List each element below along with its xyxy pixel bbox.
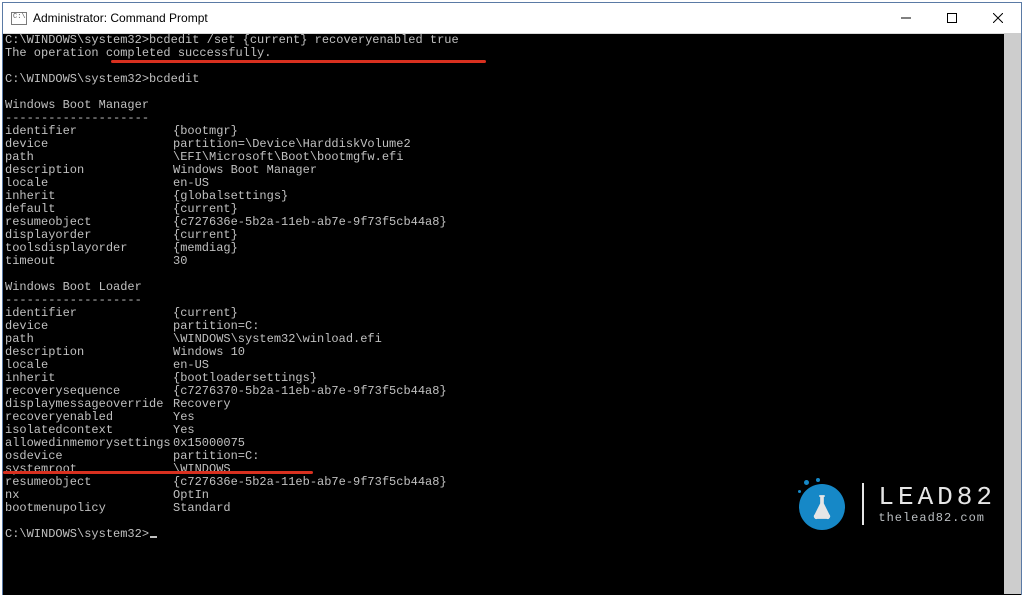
section-heading-boot-loader: Windows Boot Loader	[5, 281, 1019, 294]
kv-row: default{current}	[5, 203, 1019, 216]
close-button[interactable]	[975, 3, 1021, 33]
kv-value: {globalsettings}	[173, 189, 288, 203]
scrollbar-thumb[interactable]	[1004, 33, 1021, 594]
annotation-underline-2	[3, 471, 313, 474]
kv-row: localeen-US	[5, 177, 1019, 190]
kv-value: {c727636e-5b2a-11eb-ab7e-9f73f5cb44a8}	[173, 475, 447, 489]
kv-row: toolsdisplayorder{memdiag}	[5, 242, 1019, 255]
kv-key: resumeobject	[5, 476, 173, 489]
kv-value: Recovery	[173, 397, 231, 411]
watermark: LEAD82 thelead82.com	[796, 478, 996, 530]
maximize-button[interactable]	[929, 3, 975, 33]
command-2: bcdedit	[149, 72, 199, 86]
kv-value: \WINDOWS\system32\winload.efi	[173, 332, 382, 346]
kv-value: \EFI\Microsoft\Boot\bootmgfw.efi	[173, 150, 403, 164]
flask-icon	[796, 478, 848, 530]
kv-row: identifier{current}	[5, 307, 1019, 320]
cursor	[150, 536, 157, 538]
kv-row: path\EFI\Microsoft\Boot\bootmgfw.efi	[5, 151, 1019, 164]
kv-value: Yes	[173, 410, 195, 424]
cmd-icon	[11, 10, 27, 26]
kv-value: OptIn	[173, 488, 209, 502]
kv-row: devicepartition=C:	[5, 320, 1019, 333]
kv-value: partition=C:	[173, 449, 259, 463]
kv-value: {memdiag}	[173, 241, 238, 255]
kv-row: osdevicepartition=C:	[5, 450, 1019, 463]
kv-row: resumeobject{c727636e-5b2a-11eb-ab7e-9f7…	[5, 216, 1019, 229]
kv-value: Windows Boot Manager	[173, 163, 317, 177]
kv-row: descriptionWindows Boot Manager	[5, 164, 1019, 177]
kv-row: timeout30	[5, 255, 1019, 268]
kv-value: {current}	[173, 306, 238, 320]
kv-key: bootmenupolicy	[5, 502, 173, 515]
command-1-output: The operation completed successfully.	[5, 47, 1019, 60]
watermark-brand: LEAD82	[878, 484, 996, 510]
vertical-scrollbar[interactable]	[1004, 33, 1021, 594]
kv-value: {current}	[173, 228, 238, 242]
kv-value: {bootmgr}	[173, 124, 238, 138]
kv-value: {c7276370-5b2a-11eb-ab7e-9f73f5cb44a8}	[173, 384, 447, 398]
section-rule: --------------------	[5, 112, 1019, 125]
kv-row: localeen-US	[5, 359, 1019, 372]
kv-row: displaymessageoverrideRecovery	[5, 398, 1019, 411]
annotation-underline-1	[111, 60, 486, 63]
kv-value: 30	[173, 254, 187, 268]
window-title: Administrator: Command Prompt	[33, 11, 208, 25]
kv-row: path\WINDOWS\system32\winload.efi	[5, 333, 1019, 346]
kv-row: devicepartition=\Device\HarddiskVolume2	[5, 138, 1019, 151]
terminal-area[interactable]: C:\WINDOWS\system32>bcdedit /set {curren…	[3, 34, 1021, 595]
kv-value: en-US	[173, 176, 209, 190]
section-rule: -------------------	[5, 294, 1019, 307]
kv-key: timeout	[5, 255, 173, 268]
kv-row: inherit{bootloadersettings}	[5, 372, 1019, 385]
kv-value: partition=\Device\HarddiskVolume2	[173, 137, 411, 151]
prompt-path: C:\WINDOWS\system32>	[5, 527, 149, 541]
prompt-path: C:\WINDOWS\system32>	[5, 72, 149, 86]
kv-value: {c727636e-5b2a-11eb-ab7e-9f73f5cb44a8}	[173, 215, 447, 229]
kv-value: {current}	[173, 202, 238, 216]
titlebar[interactable]: Administrator: Command Prompt	[3, 3, 1021, 34]
kv-value: {bootloadersettings}	[173, 371, 317, 385]
kv-row: systemroot\WINDOWS	[5, 463, 1019, 476]
minimize-button[interactable]	[883, 3, 929, 33]
kv-row: descriptionWindows 10	[5, 346, 1019, 359]
kv-value: 0x15000075	[173, 436, 245, 450]
watermark-url: thelead82.com	[878, 512, 996, 524]
kv-value: Standard	[173, 501, 231, 515]
kv-value: Yes	[173, 423, 195, 437]
kv-value: en-US	[173, 358, 209, 372]
command-prompt-window: Administrator: Command Prompt C:\WINDOWS…	[2, 2, 1022, 595]
boot-manager-rows: identifier{bootmgr}devicepartition=\Devi…	[5, 125, 1019, 268]
kv-row: allowedinmemorysettings0x15000075	[5, 437, 1019, 450]
kv-value: Windows 10	[173, 345, 245, 359]
kv-row: recoveryenabledYes	[5, 411, 1019, 424]
kv-row: displayorder{current}	[5, 229, 1019, 242]
kv-row: identifier{bootmgr}	[5, 125, 1019, 138]
kv-row: inherit{globalsettings}	[5, 190, 1019, 203]
kv-value: partition=C:	[173, 319, 259, 333]
section-heading-boot-manager: Windows Boot Manager	[5, 99, 1019, 112]
